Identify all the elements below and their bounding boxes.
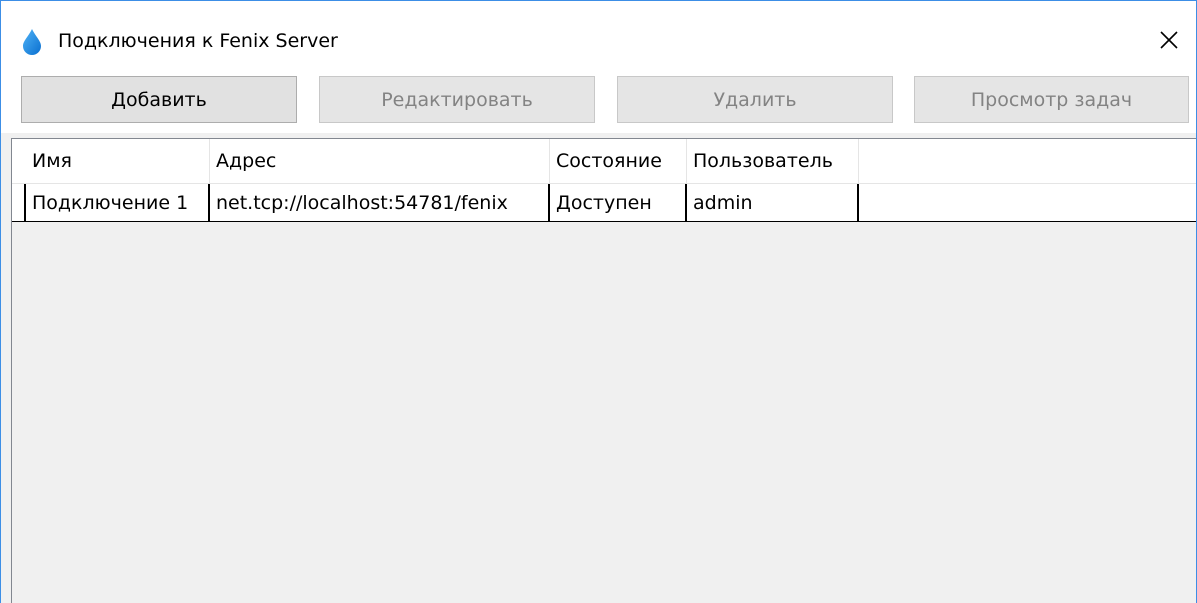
close-button[interactable]	[1151, 23, 1187, 57]
cell-state[interactable]: Доступен	[550, 184, 687, 221]
connections-table[interactable]: Имя Адрес Состояние Пользователь Подключ…	[11, 138, 1196, 603]
view-tasks-button[interactable]: Просмотр задач	[914, 76, 1189, 123]
window-title: Подключения к Fenix Server	[58, 30, 338, 52]
row-filler	[859, 184, 1196, 221]
close-icon	[1160, 31, 1178, 49]
toolbar: Добавить Редактировать Удалить Просмотр …	[1, 61, 1196, 133]
delete-button[interactable]: Удалить	[617, 76, 893, 123]
connections-window: Подключения к Fenix Server Добавить Реда…	[0, 0, 1197, 603]
column-header-user[interactable]: Пользователь	[687, 139, 859, 183]
cell-user[interactable]: admin	[687, 184, 859, 221]
add-button[interactable]: Добавить	[21, 76, 297, 123]
column-header-address[interactable]: Адрес	[210, 139, 550, 183]
column-header-filler	[859, 139, 1196, 183]
title-bar[interactable]: Подключения к Fenix Server	[1, 1, 1196, 61]
column-header-name[interactable]: Имя	[26, 139, 210, 183]
table-header: Имя Адрес Состояние Пользователь	[12, 139, 1196, 184]
table-row[interactable]: Подключение 1 net.tcp://localhost:54781/…	[12, 184, 1196, 222]
water-drop-icon	[23, 29, 41, 55]
cell-name[interactable]: Подключение 1	[24, 184, 210, 221]
edit-button[interactable]: Редактировать	[319, 76, 595, 123]
cell-address[interactable]: net.tcp://localhost:54781/fenix	[210, 184, 550, 221]
column-header-state[interactable]: Состояние	[550, 139, 687, 183]
